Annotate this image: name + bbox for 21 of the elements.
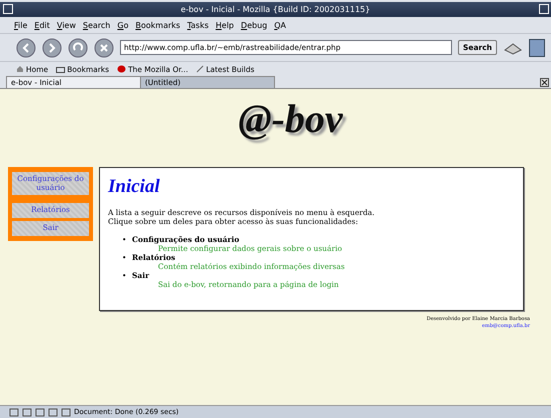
logo: @-bov [238,99,343,139]
page-heading: Inicial [108,176,161,198]
menu-item[interactable]: Search [82,20,110,30]
menu-item[interactable]: Tasks [187,20,209,30]
back-icon[interactable] [16,38,36,58]
house-icon [16,65,24,73]
reload-icon[interactable] [68,38,88,58]
window-title: e-bov - Inicial - Mozilla {Build ID: 2002031115} [0,2,551,17]
folder-icon [56,66,66,72]
close-icon[interactable] [540,78,549,87]
menu-item[interactable]: File [14,20,28,30]
menu-item[interactable]: Edit [34,20,50,30]
menu-item[interactable]: View [56,20,76,30]
menu-item[interactable]: Go [117,20,128,30]
link-icon [196,65,204,73]
menu-item[interactable]: Debug [240,20,268,30]
menu-item[interactable]: QA [274,20,286,30]
stop-icon[interactable] [94,38,114,58]
menu-item[interactable]: Help [216,20,234,30]
menu-item[interactable]: Bookmarks [135,20,180,30]
forward-icon[interactable] [42,38,62,58]
